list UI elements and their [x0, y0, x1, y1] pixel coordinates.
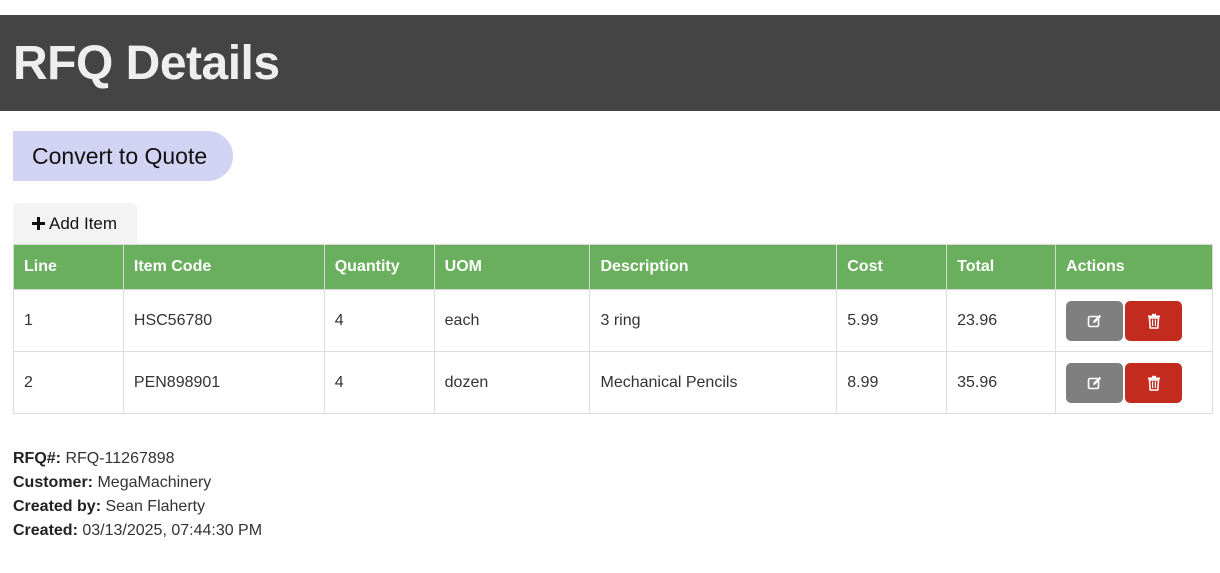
cell-actions [1055, 351, 1213, 414]
cell-cost: 5.99 [836, 289, 948, 352]
delete-row-button[interactable] [1125, 300, 1183, 341]
rfq-details-info: RFQ#: RFQ-11267898 Customer: MegaMachine… [13, 447, 262, 543]
col-header-total: Total [946, 244, 1057, 290]
col-header-uom: UOM [433, 244, 591, 290]
cell-item-code: PEN898901 [122, 351, 325, 414]
created-date-value: 03/13/2025, 07:44:30 PM [82, 522, 263, 539]
col-header-cost: Cost [836, 244, 948, 290]
trash-icon [1147, 375, 1160, 391]
table-row: 2 PEN898901 4 dozen Mechanical Pencils 8… [13, 351, 1213, 414]
convert-to-quote-button[interactable]: Convert to Quote [13, 131, 233, 181]
created-date-label: Created: [13, 522, 78, 539]
col-header-actions: Actions [1055, 244, 1213, 290]
customer-value: MegaMachinery [97, 474, 212, 491]
cell-actions [1055, 289, 1213, 352]
delete-row-button[interactable] [1125, 362, 1183, 403]
cell-quantity: 4 [323, 351, 435, 414]
customer-line: Customer: MegaMachinery [13, 471, 262, 495]
col-header-line: Line [13, 244, 124, 290]
col-header-item-code: Item Code [122, 244, 325, 290]
cell-line: 1 [13, 289, 124, 352]
col-header-description: Description [589, 244, 838, 290]
cell-line: 2 [13, 351, 124, 414]
rfq-number-label: RFQ#: [13, 450, 61, 467]
created-by-label: Created by: [13, 498, 102, 515]
edit-row-button[interactable] [1066, 362, 1124, 403]
trash-icon [1147, 313, 1160, 329]
add-item-label: Add Item [49, 213, 118, 233]
table-row: 1 HSC56780 4 each 3 ring 5.99 23.96 [13, 289, 1213, 352]
items-table: Line Item Code Quantity UOM Description … [13, 244, 1213, 414]
cell-description: 3 ring [589, 289, 838, 352]
rfq-number-value: RFQ-11267898 [65, 450, 175, 467]
table-header-row: Line Item Code Quantity UOM Description … [13, 244, 1213, 290]
cell-quantity: 4 [323, 289, 435, 352]
top-strip [0, 0, 1220, 15]
rfq-number-line: RFQ#: RFQ-11267898 [13, 447, 262, 471]
cell-description: Mechanical Pencils [589, 351, 838, 414]
edit-icon [1087, 314, 1101, 327]
cell-item-code: HSC56780 [122, 289, 325, 352]
created-date-line: Created: 03/13/2025, 07:44:30 PM [13, 519, 262, 543]
cell-total: 23.96 [946, 289, 1057, 352]
created-by-value: Sean Flaherty [105, 498, 206, 515]
cell-total: 35.96 [946, 351, 1057, 414]
cell-cost: 8.99 [836, 351, 948, 414]
created-by-line: Created by: Sean Flaherty [13, 495, 262, 519]
col-header-quantity: Quantity [323, 244, 435, 290]
page-header: RFQ Details [0, 15, 1220, 111]
customer-label: Customer: [13, 474, 94, 491]
add-item-button[interactable]: Add Item [13, 203, 137, 244]
cell-uom: each [433, 289, 591, 352]
cell-uom: dozen [433, 351, 591, 414]
edit-icon [1087, 376, 1101, 389]
page-title: RFQ Details [13, 37, 280, 90]
edit-row-button[interactable] [1066, 300, 1124, 341]
plus-icon [32, 217, 45, 230]
